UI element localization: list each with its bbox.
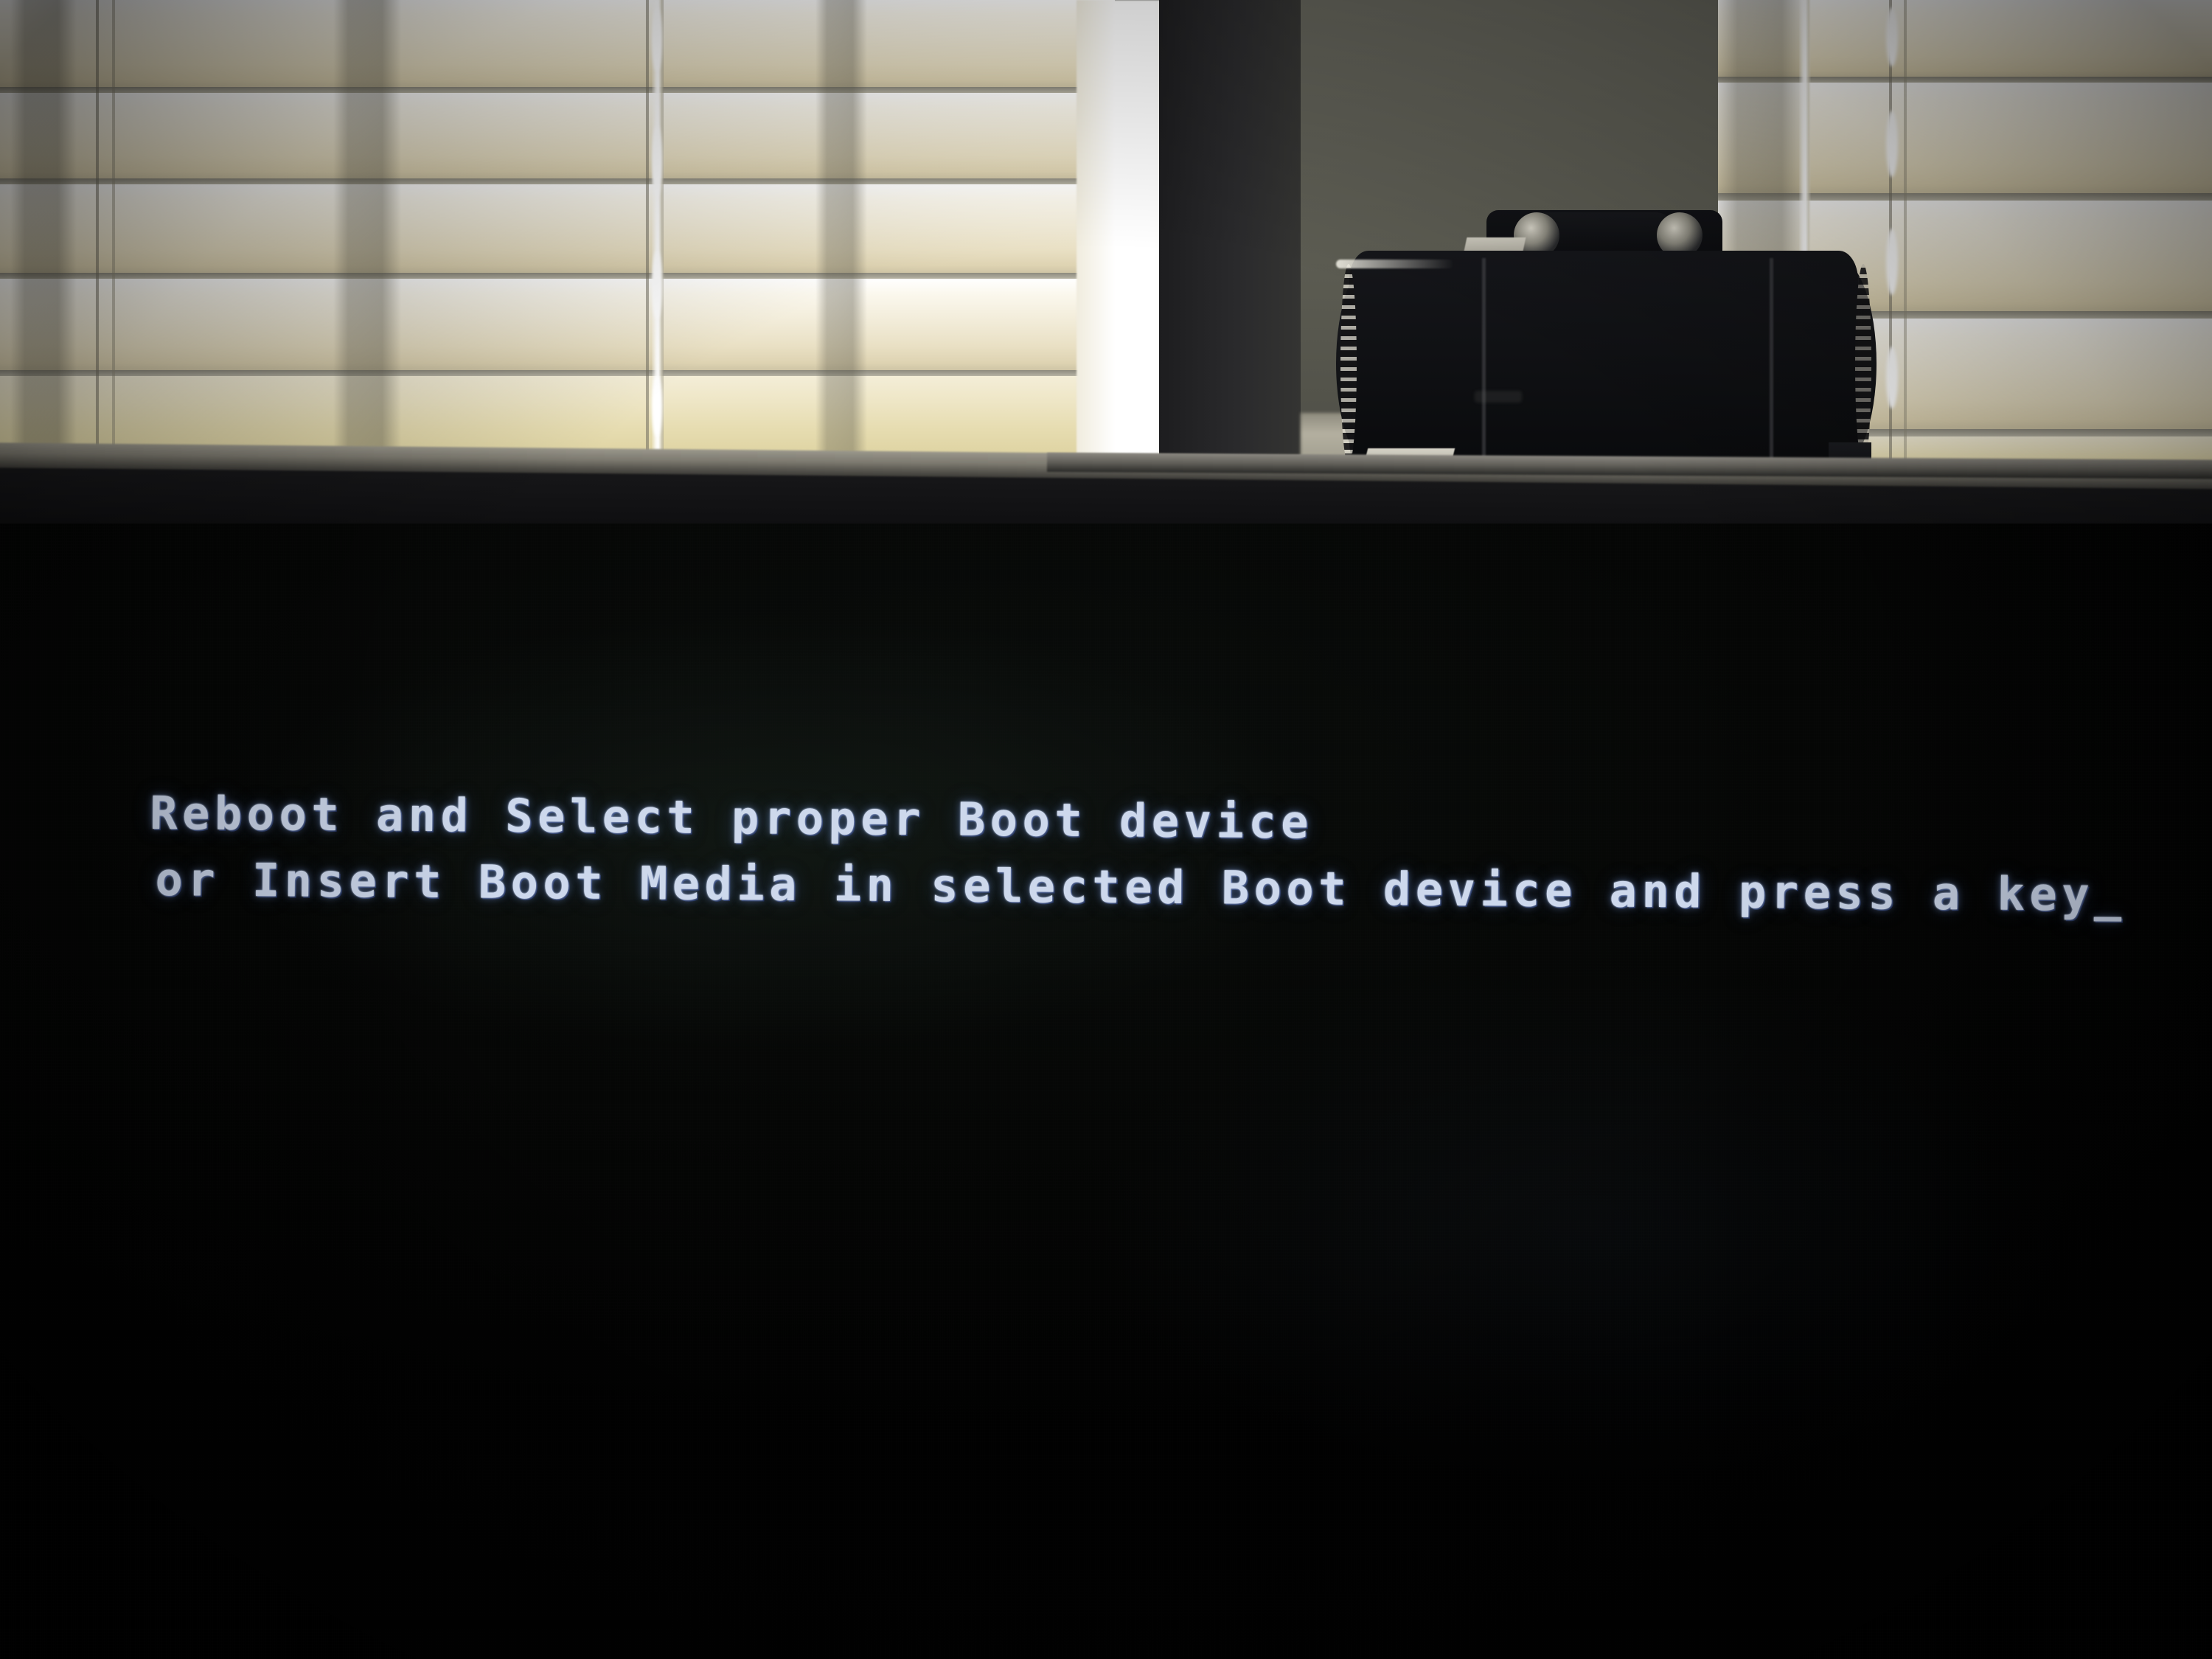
wand-glint: [652, 125, 662, 196]
webcam-rim-texture-right: [1855, 264, 1871, 465]
webcam-rim-texture-left: [1340, 264, 1357, 465]
blind-cord: [96, 0, 99, 472]
wand-glint: [1886, 7, 1898, 66]
wand-glint: [1886, 111, 1898, 177]
blind-slat: [1718, 0, 2212, 77]
blind-tilt-wand[interactable]: [652, 0, 664, 472]
wall-column: [1159, 0, 1301, 472]
webcam-seam: [1770, 258, 1773, 469]
webcam-edge-highlight: [1336, 260, 1454, 268]
text-cursor: _: [2093, 867, 2127, 922]
wand-glint: [1886, 347, 1898, 408]
bios-message-line-2-text: or Insert Boot Media in selected Boot de…: [155, 852, 2095, 922]
blind-slat: [0, 93, 1115, 178]
blind-slat: [0, 0, 1115, 87]
blind-slat: [0, 279, 1115, 370]
blind-cord: [646, 0, 649, 472]
window-blinds-left: [0, 0, 1115, 472]
monitor-screen: Reboot and Select proper Boot device or I…: [0, 524, 2212, 1659]
wand-glint: [652, 7, 662, 71]
wand-glint: [1886, 229, 1898, 295]
blind-slat: [1718, 83, 2212, 193]
room-background: [0, 0, 2212, 487]
webcam-body: [1349, 251, 1858, 472]
webcam-led: [1475, 391, 1522, 403]
monitor: Reboot and Select proper Boot device or I…: [0, 442, 2212, 1659]
blind-cord: [1904, 0, 1907, 472]
wand-glint: [652, 376, 662, 437]
wand-glint: [652, 251, 662, 319]
blind-slat: [0, 184, 1115, 273]
bios-error-message: Reboot and Select proper Boot device or I…: [148, 647, 2212, 1062]
blind-cord: [112, 0, 115, 472]
screenshot-root: Reboot and Select proper Boot device or I…: [0, 0, 2212, 1659]
webcam-seam: [1482, 258, 1486, 469]
